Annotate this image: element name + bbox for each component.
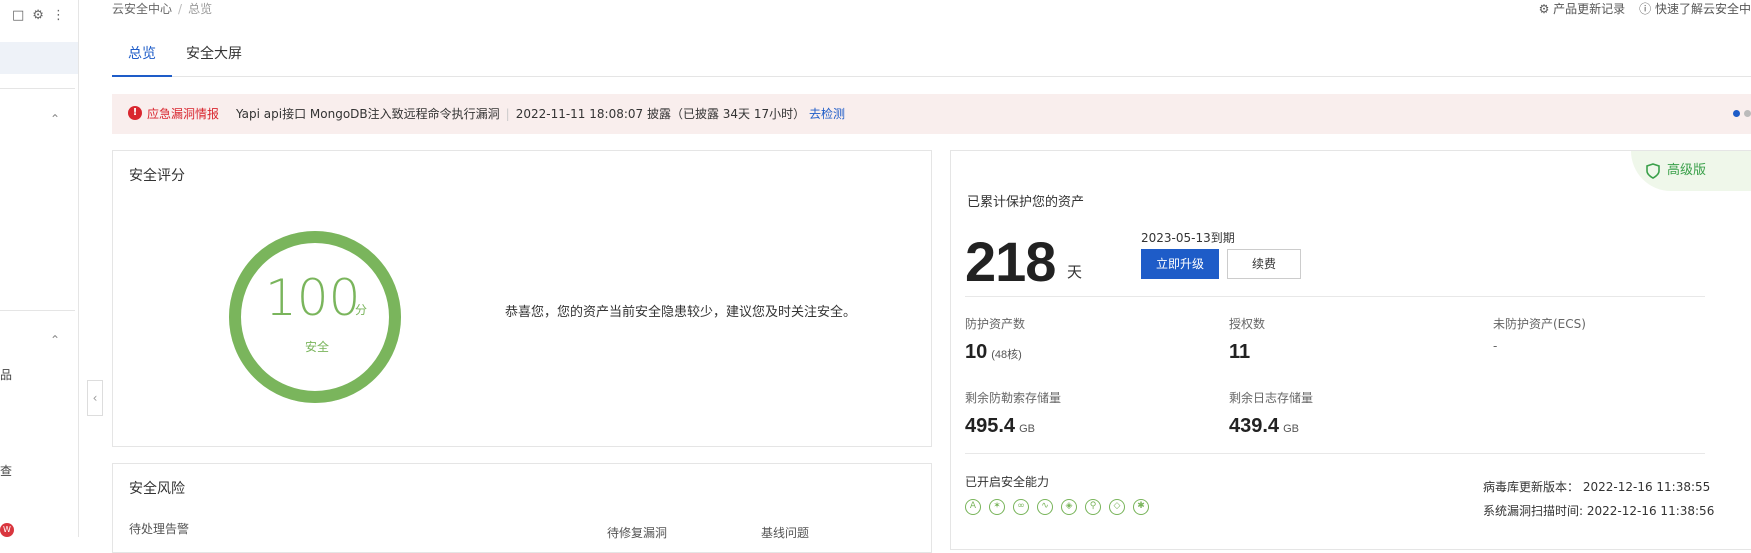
vulnerability-alert-banner: ! 应急漏洞情报 Yapi api接口 MongoDB注入致远程命令执行漏洞 | 2… bbox=[112, 94, 1751, 134]
carousel-dot-active[interactable] bbox=[1733, 110, 1740, 117]
search-icon[interactable]: ⚲ bbox=[1085, 499, 1101, 515]
alert-message: Yapi api接口 MongoDB注入致远程命令执行漏洞 | 2022-11-11… bbox=[236, 94, 845, 134]
score-unit: 分 bbox=[355, 303, 368, 317]
unprotected-value: - bbox=[1493, 339, 1498, 353]
breadcrumb-current: 总览 bbox=[188, 2, 213, 16]
shield-icon bbox=[1646, 163, 1660, 179]
divider bbox=[965, 296, 1705, 297]
divider: | bbox=[505, 107, 510, 121]
score-value: 100 bbox=[265, 269, 361, 327]
security-risk-card: 安全风险 待处理告警 待修复漏洞 基线问题 bbox=[112, 463, 932, 553]
sidebar-divider bbox=[0, 310, 75, 311]
vuln-scan-time: 系统漏洞扫描时间: 2022-12-16 11:38:56 bbox=[1483, 502, 1714, 519]
chevron-up-icon[interactable]: ⌃ bbox=[50, 112, 60, 126]
help-icon: ⓘ bbox=[1639, 2, 1655, 16]
sidebar-selected-item[interactable] bbox=[0, 42, 78, 74]
status-badge: W bbox=[0, 523, 14, 537]
gear-icon: ⚙ bbox=[1538, 2, 1554, 16]
globe-icon[interactable]: ◈ bbox=[1061, 499, 1077, 515]
quick-start-label: 快速了解云安全中 bbox=[1654, 2, 1751, 16]
score-message: 恭喜您，您的资产当前安全隐患较少，建议您及时关注安全。 bbox=[505, 305, 857, 320]
days-unit: 天 bbox=[1067, 263, 1083, 281]
alert-title: Yapi api接口 MongoDB注入致远程命令执行漏洞 bbox=[236, 107, 500, 121]
cube-icon[interactable]: ◇ bbox=[1109, 499, 1125, 515]
unprotected-label: 未防护资产(ECS) bbox=[1493, 317, 1586, 331]
header-links: ⚙ 产品更新记录 ⓘ 快速了解云安全中 bbox=[1539, 0, 1751, 17]
upgrade-button[interactable]: 立即升级 bbox=[1141, 249, 1219, 279]
log-storage-label: 剩余日志存储量 bbox=[1229, 391, 1314, 405]
sidebar-item-label[interactable]: 查 bbox=[0, 462, 12, 479]
monitor-icon[interactable]: ∿ bbox=[1037, 499, 1053, 515]
edition-badge: 高级版 bbox=[1631, 151, 1751, 191]
log-unit: GB bbox=[1283, 423, 1299, 435]
quick-start-link[interactable]: ⓘ 快速了解云安全中 bbox=[1639, 0, 1751, 17]
virus-db-value: 2022-12-16 11:38:55 bbox=[1582, 480, 1711, 494]
card-title: 安全评分 bbox=[129, 168, 185, 184]
sidebar-toolbar: □ ⚙ ⋮ bbox=[12, 8, 65, 23]
collapse-sidebar-button[interactable]: ‹ bbox=[87, 380, 103, 416]
protected-count: 10 bbox=[965, 341, 988, 363]
assets-card: 已累计保护您的资产 高级版 218 天 2023-05-13到期 立即升级 续费… bbox=[950, 150, 1751, 550]
score-level: 安全 bbox=[305, 340, 330, 354]
breadcrumb: 云安全中心 / 总览 bbox=[112, 0, 212, 17]
chevron-up-icon[interactable]: ⌃ bbox=[50, 333, 60, 347]
message-icon[interactable]: □ bbox=[12, 8, 24, 23]
expire-date: 2023-05-13到期 bbox=[1141, 231, 1235, 245]
renew-button[interactable]: 续费 bbox=[1227, 249, 1301, 279]
network-icon[interactable]: ∞ bbox=[1013, 499, 1029, 515]
antivirus-icon[interactable]: A bbox=[965, 499, 981, 515]
detect-link[interactable]: 去检测 bbox=[809, 107, 845, 121]
changelog-label: 产品更新记录 bbox=[1553, 2, 1626, 16]
breadcrumb-separator: / bbox=[178, 2, 183, 16]
tab-security-screen[interactable]: 安全大屏 bbox=[186, 44, 242, 77]
auth-label: 授权数 bbox=[1229, 317, 1266, 331]
ransom-unit: GB bbox=[1019, 423, 1035, 435]
ransom-storage-label: 剩余防勒索存储量 bbox=[965, 391, 1062, 405]
virus-db-version: 病毒库更新版本： 2022-12-16 11:38:55 bbox=[1483, 478, 1710, 495]
divider bbox=[965, 453, 1705, 454]
pending-alerts-label: 待处理告警 bbox=[129, 522, 190, 536]
pending-vuln-label: 待修复漏洞 bbox=[607, 526, 668, 540]
firewall-icon[interactable]: ✶ bbox=[989, 499, 1005, 515]
log-number: 439.4 bbox=[1229, 415, 1280, 437]
alert-icon: ! bbox=[128, 106, 142, 120]
ransom-storage-value: 495.4 GB bbox=[965, 415, 1035, 438]
auth-value: 11 bbox=[1229, 341, 1251, 363]
sidebar-divider bbox=[0, 88, 75, 89]
tab-bar: 总览 安全大屏 bbox=[112, 44, 1751, 77]
protected-assets-label: 防护资产数 bbox=[965, 317, 1026, 331]
breadcrumb-root[interactable]: 云安全中心 bbox=[112, 2, 172, 16]
card-title: 已累计保护您的资产 bbox=[967, 195, 1085, 210]
ransom-number: 495.4 bbox=[965, 415, 1016, 437]
security-score-card: 安全评分 100 分 安全 恭喜您，您的资产当前安全隐患较少，建议您及时关注安全… bbox=[112, 150, 932, 447]
changelog-link[interactable]: ⚙ 产品更新记录 bbox=[1539, 0, 1626, 17]
edition-label: 高级版 bbox=[1667, 163, 1707, 178]
cluster-icon[interactable]: ✱ bbox=[1133, 499, 1149, 515]
sidebar-item-label[interactable]: 品 bbox=[0, 366, 12, 383]
card-title: 安全风险 bbox=[129, 481, 185, 497]
protected-days: 218 bbox=[965, 230, 1056, 293]
alert-type: 应急漏洞情报 bbox=[147, 107, 220, 121]
capabilities-title: 已开启安全能力 bbox=[965, 475, 1050, 489]
more-icon[interactable]: ⋮ bbox=[52, 8, 65, 23]
sidebar: □ ⚙ ⋮ ⌃ ⌃ 品 查 W bbox=[0, 0, 79, 537]
tab-overview[interactable]: 总览 bbox=[112, 44, 172, 77]
baseline-label: 基线问题 bbox=[761, 526, 810, 540]
alert-time: 2022-11-11 18:08:07 披露（已披露 34天 17小时） bbox=[515, 107, 806, 121]
log-storage-value: 439.4 GB bbox=[1229, 415, 1299, 438]
carousel-dot[interactable] bbox=[1744, 110, 1751, 117]
protected-cores: (48核) bbox=[991, 349, 1022, 361]
protected-assets-value: 10 (48核) bbox=[965, 341, 1022, 364]
scan-value: 2022-12-16 11:38:56 bbox=[1586, 504, 1715, 518]
scan-label: 系统漏洞扫描时间: bbox=[1483, 504, 1584, 518]
capability-icons: A ✶ ∞ ∿ ◈ ⚲ ◇ ✱ bbox=[965, 499, 1149, 515]
gear-icon[interactable]: ⚙ bbox=[32, 8, 44, 23]
carousel-dots[interactable] bbox=[1733, 110, 1751, 117]
virus-db-label: 病毒库更新版本： bbox=[1483, 480, 1580, 494]
